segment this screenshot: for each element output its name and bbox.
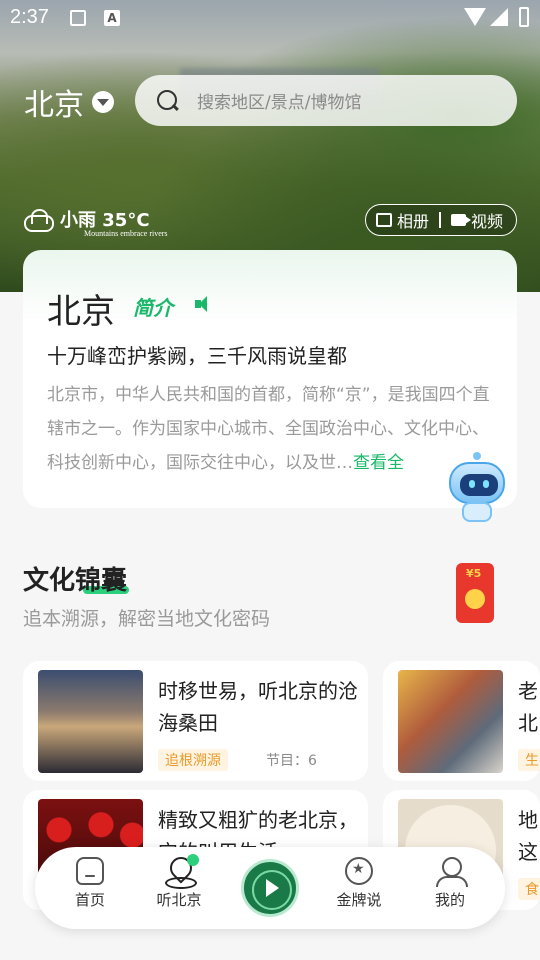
card-title: 时移世易，听北京的沧海桑田 xyxy=(158,679,358,735)
video-button[interactable]: 视频 xyxy=(441,208,503,232)
intro-tag: 简介 xyxy=(133,296,173,320)
image-icon xyxy=(376,213,392,227)
intro-description: 北京市，中华人民共和国的首都，简称“京”，是我国四个直辖市之一。作为国家中心城市… xyxy=(47,378,497,480)
status-time: 2:37 xyxy=(10,6,49,28)
chevron-down-icon xyxy=(92,91,114,113)
signal-icon xyxy=(490,8,508,26)
search-bar[interactable]: 搜索地区/景点/博物馆 xyxy=(135,75,517,126)
nav-label: 首页 xyxy=(74,891,105,909)
user-icon xyxy=(436,857,468,887)
intro-city-title: 北京 xyxy=(47,292,115,332)
nav-item-listen[interactable]: 听北京 xyxy=(144,854,214,910)
play-button[interactable] xyxy=(241,859,299,917)
card-tag: 食 xyxy=(518,878,540,900)
hero-caption: Mountains embrace rivers xyxy=(84,229,168,238)
medal-icon xyxy=(345,857,373,885)
card-tag: 生 xyxy=(518,749,540,771)
card-count: 节目：6 xyxy=(266,753,317,769)
robot-body xyxy=(462,502,492,522)
robot-eye xyxy=(469,480,475,488)
search-placeholder: 搜索地区/景点/博物馆 xyxy=(197,93,362,113)
wifi-icon xyxy=(464,8,486,26)
nav-label: 金牌说 xyxy=(336,891,382,909)
album-label: 相册 xyxy=(397,212,430,231)
nav-label: 听北京 xyxy=(156,891,202,909)
video-label: 视频 xyxy=(471,212,504,231)
video-icon xyxy=(451,214,467,226)
card-thumbnail xyxy=(398,670,503,773)
text-notification-icon: A xyxy=(104,10,120,26)
location-pin-icon xyxy=(165,854,199,889)
robot-head xyxy=(449,462,505,504)
hero-background xyxy=(0,0,540,292)
nav-item-home[interactable]: 首页 xyxy=(55,857,125,910)
notification-dot xyxy=(187,854,199,866)
culture-card[interactable]: 老北一 生 xyxy=(383,661,540,781)
nav-label: 我的 xyxy=(434,891,465,909)
red-packet-icon[interactable]: ¥5 xyxy=(448,563,502,625)
bottom-navigation: 首页 听北京 金牌说 我的 xyxy=(35,847,505,929)
robot-antenna xyxy=(473,452,481,460)
culture-card[interactable]: 时移世易，听北京的沧海桑田 追根溯源 节目：6 xyxy=(23,661,368,781)
city-name: 北京 xyxy=(24,88,84,123)
city-intro-card[interactable]: 北京 简介 十万峰峦护紫阙，三千风雨说皇都 北京市，中华人民共和国的首都，简称“… xyxy=(23,250,517,508)
card-thumbnail xyxy=(38,670,143,773)
red-packet-seal xyxy=(465,589,485,609)
search-icon xyxy=(157,89,179,112)
city-selector[interactable]: 北京 xyxy=(24,82,114,123)
section-subtitle: 追本溯源，解密当地文化密码 xyxy=(23,608,271,630)
robot-face xyxy=(460,474,498,496)
card-tag: 追根溯源 xyxy=(158,749,228,771)
read-more-link[interactable]: 查看全 xyxy=(353,453,404,473)
section-title-text: 文化锦囊 xyxy=(23,566,128,596)
speaker-icon[interactable] xyxy=(195,296,213,312)
intro-description-text: 北京市，中华人民共和国的首都，简称“京”，是我国四个直辖市之一。作为国家中心城市… xyxy=(47,385,490,473)
status-bar: 2:37 A xyxy=(0,0,540,36)
battery-icon xyxy=(519,7,529,27)
card-title: 地这 xyxy=(518,808,538,864)
nav-item-medal[interactable]: 金牌说 xyxy=(324,857,394,910)
robot-eye xyxy=(483,480,489,488)
album-button[interactable]: 相册 xyxy=(366,208,429,232)
assistant-robot-icon[interactable] xyxy=(446,452,508,524)
image-notification-icon xyxy=(70,10,86,26)
nav-item-me[interactable]: 我的 xyxy=(415,857,485,910)
media-toggle: 相册 视频 xyxy=(365,204,517,236)
intro-slogan: 十万峰峦护紫阙，三千风雨说皇都 xyxy=(47,344,347,368)
home-icon xyxy=(76,857,104,885)
red-packet-label: ¥5 xyxy=(466,567,482,580)
cloud-rain-icon xyxy=(24,209,54,232)
section-title: 文化锦囊 xyxy=(23,560,129,597)
